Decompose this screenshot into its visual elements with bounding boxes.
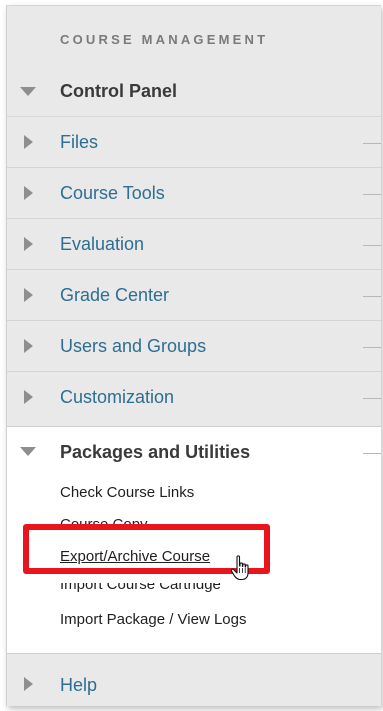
menu-item-course-tools[interactable]: Course Tools (7, 168, 381, 219)
menu-item-label: Customization (60, 387, 175, 407)
packages-and-utilities-label[interactable]: Packages and Utilities (60, 442, 250, 463)
expand-triangle-icon (24, 186, 33, 200)
menu-item-customization[interactable]: Customization (7, 372, 381, 423)
expand-triangle-icon (24, 677, 33, 691)
divider-dash (363, 143, 381, 144)
menu-item-evaluation[interactable]: Evaluation (7, 219, 381, 270)
import-course-cartridge-label: Import Course Cartridge (60, 583, 221, 593)
expand-triangle-icon (24, 339, 33, 353)
hand-pointer-icon (230, 555, 249, 581)
expand-triangle-icon (24, 135, 33, 149)
expand-triangle-icon (24, 237, 33, 251)
collapse-triangle-icon[interactable] (20, 447, 36, 456)
expand-triangle-icon (24, 288, 33, 302)
divider-dash (363, 296, 381, 297)
menu-item-label: Evaluation (60, 233, 145, 254)
import-package-view-logs-link[interactable]: Import Package / View Logs (60, 611, 247, 628)
menu-item-label: Users and Groups (60, 335, 207, 356)
divider-dash (363, 398, 381, 399)
import-course-cartridge-link[interactable]: Import Course Cartridge (60, 583, 221, 594)
menu-item-label: Course Tools (60, 182, 165, 203)
course-management-panel: COURSE MANAGEMENT Control Panel Files Co… (6, 5, 381, 706)
menu-item-label: Grade Center (60, 284, 170, 305)
screenshot-frame: COURSE MANAGEMENT Control Panel Files Co… (0, 0, 383, 711)
divider-dash (363, 194, 381, 195)
menu-item-files[interactable]: Files (7, 117, 381, 168)
divider-dash (363, 245, 381, 246)
menu-item-grade-center[interactable]: Grade Center (7, 270, 381, 321)
divider-dash (363, 347, 381, 348)
menu-item-label: Files (60, 131, 99, 152)
divider-dash (363, 453, 381, 454)
control-panel-label: Control Panel (60, 80, 178, 101)
course-management-heading: COURSE MANAGEMENT (60, 32, 269, 47)
menu-item-help[interactable]: Help (7, 663, 381, 706)
collapse-triangle-icon (20, 87, 36, 96)
menu-item-users-and-groups[interactable]: Users and Groups (7, 321, 381, 372)
control-panel-row[interactable]: Control Panel (7, 66, 381, 117)
menu-item-label: Help (60, 675, 98, 695)
check-course-links-link[interactable]: Check Course Links (60, 484, 194, 501)
expand-triangle-icon (24, 390, 33, 404)
